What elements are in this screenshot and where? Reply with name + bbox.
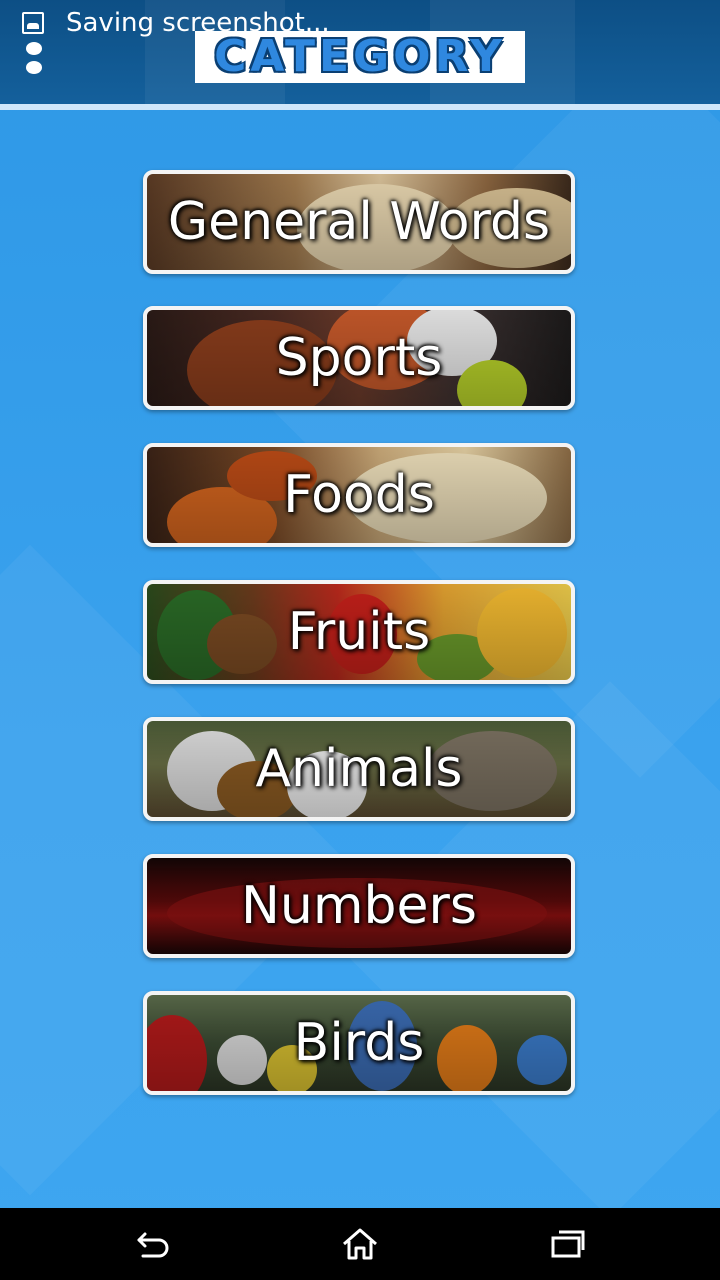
category-button-sports[interactable]: Sports	[143, 306, 575, 410]
category-button-general-words[interactable]: General Words	[143, 170, 575, 274]
category-label: Birds	[293, 1013, 425, 1073]
home-icon	[343, 1228, 377, 1260]
category-button-foods[interactable]: Foods	[143, 443, 575, 547]
category-label: General Words	[167, 192, 551, 252]
back-button[interactable]	[123, 1222, 183, 1266]
notification-overlay: Saving screenshot...	[0, 0, 720, 74]
app-header: CATEGORY Saving screenshot...	[0, 0, 720, 110]
overflow-menu-icon[interactable]	[26, 42, 44, 78]
category-button-numbers[interactable]: Numbers	[143, 854, 575, 958]
back-icon	[137, 1232, 169, 1258]
home-button[interactable]	[330, 1222, 390, 1266]
category-button-birds[interactable]: Birds	[143, 991, 575, 1095]
image-icon	[22, 12, 44, 34]
notification-text: Saving screenshot...	[66, 8, 330, 38]
recent-apps-icon	[551, 1230, 585, 1258]
recent-apps-button[interactable]	[537, 1222, 597, 1266]
category-label: Animals	[255, 739, 463, 799]
category-button-fruits[interactable]: Fruits	[143, 580, 575, 684]
category-label: Foods	[283, 465, 435, 525]
system-navigation-bar	[0, 1208, 720, 1280]
category-label: Numbers	[241, 876, 477, 936]
category-label: Sports	[275, 328, 443, 388]
category-label: Fruits	[287, 602, 431, 662]
category-button-animals[interactable]: Animals	[143, 717, 575, 821]
